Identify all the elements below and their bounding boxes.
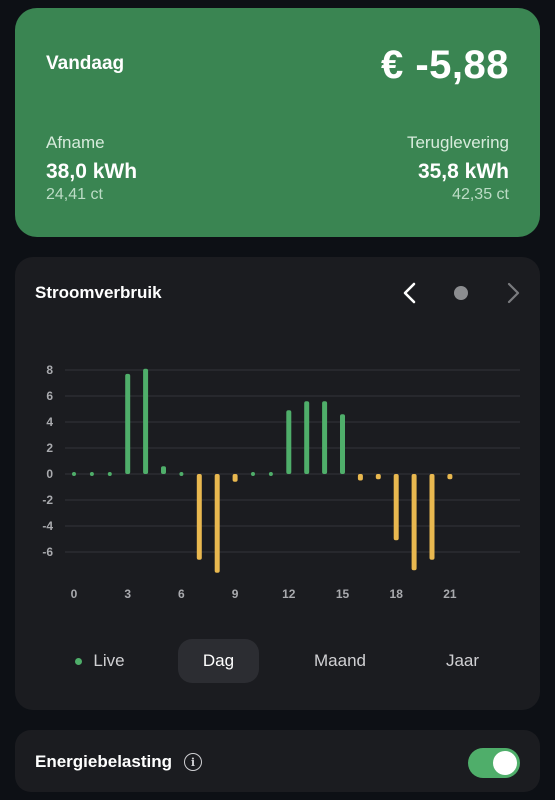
tab-jaar[interactable]: Jaar xyxy=(425,639,500,683)
afname-value: 38,0 kWh xyxy=(46,160,138,183)
teruglevering-value: 35,8 kWh xyxy=(417,160,509,183)
chart-grid xyxy=(65,369,520,553)
tab-dag-label: Dag xyxy=(202,651,235,670)
y-tick-label: -4 xyxy=(42,519,53,533)
chart-bar xyxy=(161,466,166,474)
chart-bar xyxy=(304,401,310,474)
chart-bar xyxy=(340,414,345,474)
afname-price: 24,41 ct xyxy=(46,186,103,203)
energy-tax-label: Energiebelasting xyxy=(35,752,172,771)
y-tick-label: -6 xyxy=(42,545,53,559)
chart-bar xyxy=(214,474,220,573)
y-tick-label: 0 xyxy=(46,467,53,481)
live-dot-icon xyxy=(75,657,83,665)
tab-jaar-label: Jaar xyxy=(445,651,480,670)
y-axis-ticks: 8 6 4 2 0 -2 -4 -6 xyxy=(42,363,53,559)
afname-label: Afname xyxy=(46,133,105,152)
tab-live-label: Live xyxy=(93,651,125,670)
x-tick-label: 0 xyxy=(71,587,78,601)
summary-total: € -5,88 xyxy=(380,43,509,87)
chart-bar xyxy=(429,474,435,560)
chart-bar xyxy=(107,472,112,476)
toggle-knob xyxy=(493,751,517,775)
chart-bar xyxy=(125,373,131,474)
chart-bar xyxy=(357,474,363,481)
chart-bar xyxy=(322,401,328,474)
y-tick-label: 4 xyxy=(46,415,53,429)
x-tick-label: 12 xyxy=(282,587,296,601)
chart-bar xyxy=(286,410,292,474)
y-tick-label: 8 xyxy=(46,363,53,377)
chart-bar xyxy=(143,368,149,474)
chart-bar xyxy=(89,472,94,476)
teruglevering-price: 42,35 ct xyxy=(452,186,509,203)
period-tabs: Live Dag Maand Jaar xyxy=(15,639,540,683)
info-icon[interactable]: i xyxy=(184,753,202,771)
summary-title: Vandaag xyxy=(46,53,125,74)
tab-maand[interactable]: Maand xyxy=(295,639,385,683)
x-tick-label: 3 xyxy=(124,587,131,601)
energy-tax-toggle[interactable] xyxy=(468,748,520,778)
x-axis-ticks: 0 3 6 9 12 15 18 21 xyxy=(71,587,457,601)
x-tick-label: 18 xyxy=(390,587,404,601)
x-tick-label: 15 xyxy=(336,587,350,601)
tab-dag[interactable]: Dag xyxy=(178,639,259,683)
y-tick-label: -2 xyxy=(42,493,53,507)
chart-card: Stroomverbruik 8 6 4 2 0 -2 -4 -6 0 3 6 9 12 15 18 21 … xyxy=(15,257,540,710)
chart-bar xyxy=(375,474,381,480)
chart-bar xyxy=(251,472,255,476)
chart-bar xyxy=(447,474,453,480)
x-tick-label: 21 xyxy=(443,587,457,601)
y-tick-label: 2 xyxy=(46,441,53,455)
teruglevering-label: Teruglevering xyxy=(406,133,509,152)
chart-bar xyxy=(179,472,184,476)
summary-card: Vandaag € -5,88 Afname 38,0 kWh 24,41 ct… xyxy=(15,8,540,237)
energy-tax-card: Energiebelasting i xyxy=(15,730,540,792)
tab-live[interactable]: Live xyxy=(55,639,145,683)
chart-bar xyxy=(232,474,238,482)
x-tick-label: 9 xyxy=(232,587,239,601)
chart-bar xyxy=(411,474,417,571)
chart-bar xyxy=(196,474,202,560)
chart-bars xyxy=(72,368,453,573)
tab-maand-label: Maand xyxy=(314,651,366,670)
usage-chart: 8 6 4 2 0 -2 -4 -6 0 3 6 9 12 15 18 21 xyxy=(42,363,520,601)
chart-bar xyxy=(393,474,399,541)
chart-bar xyxy=(72,472,76,476)
chart-bar xyxy=(268,472,273,476)
y-tick-label: 6 xyxy=(46,389,53,403)
x-tick-label: 6 xyxy=(178,587,185,601)
